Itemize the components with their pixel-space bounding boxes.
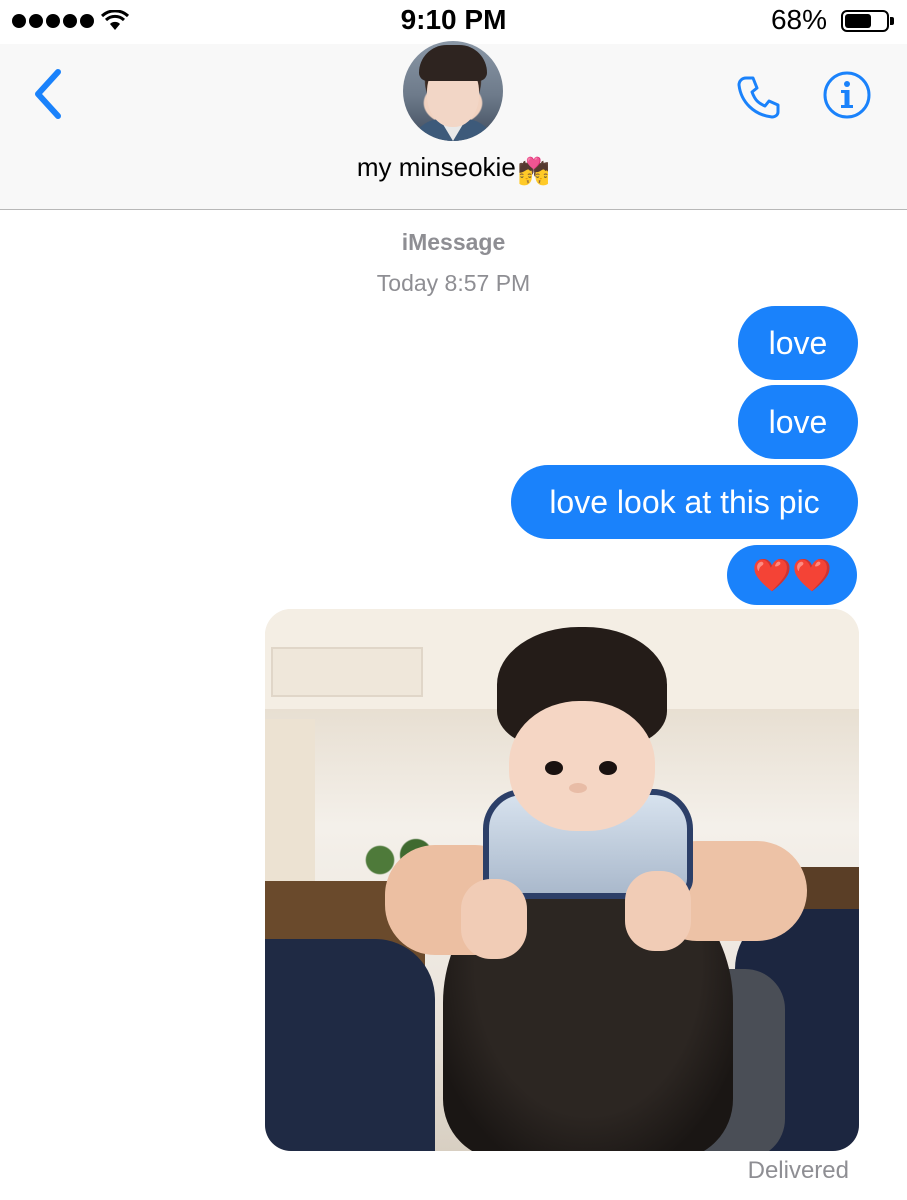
delivery-status: Delivered <box>747 1157 849 1184</box>
message-bubble[interactable]: love <box>738 385 858 459</box>
message-photo-attachment[interactable] <box>265 609 859 1151</box>
battery-icon <box>841 10 894 32</box>
contact-name-text: my minseokie <box>356 152 516 182</box>
couple-kiss-emoji: 💏 <box>517 156 551 186</box>
contact-name[interactable]: my minseokie💏 <box>0 152 907 187</box>
service-label: iMessage <box>401 229 506 255</box>
battery-percentage: 68% <box>770 4 827 35</box>
message-text: love look at this pic <box>549 483 820 520</box>
message-text: love <box>768 324 828 361</box>
message-bubble[interactable]: love look at this pic <box>511 465 858 539</box>
message-timestamp: Today 8:57 PM <box>376 270 531 296</box>
back-chevron-icon[interactable] <box>28 66 68 122</box>
hearts-emoji: ❤️❤️ <box>752 557 832 593</box>
phone-icon[interactable] <box>736 74 782 120</box>
info-icon[interactable] <box>822 70 872 120</box>
conversation-header: my minseokie💏 <box>0 41 907 210</box>
message-bubble-hearts[interactable]: ❤️❤️ <box>727 545 857 605</box>
message-text: love <box>768 403 828 440</box>
status-bar: 9:10 PM 68% <box>0 0 907 44</box>
contact-avatar[interactable] <box>403 41 503 141</box>
message-bubble[interactable]: love <box>738 306 858 380</box>
